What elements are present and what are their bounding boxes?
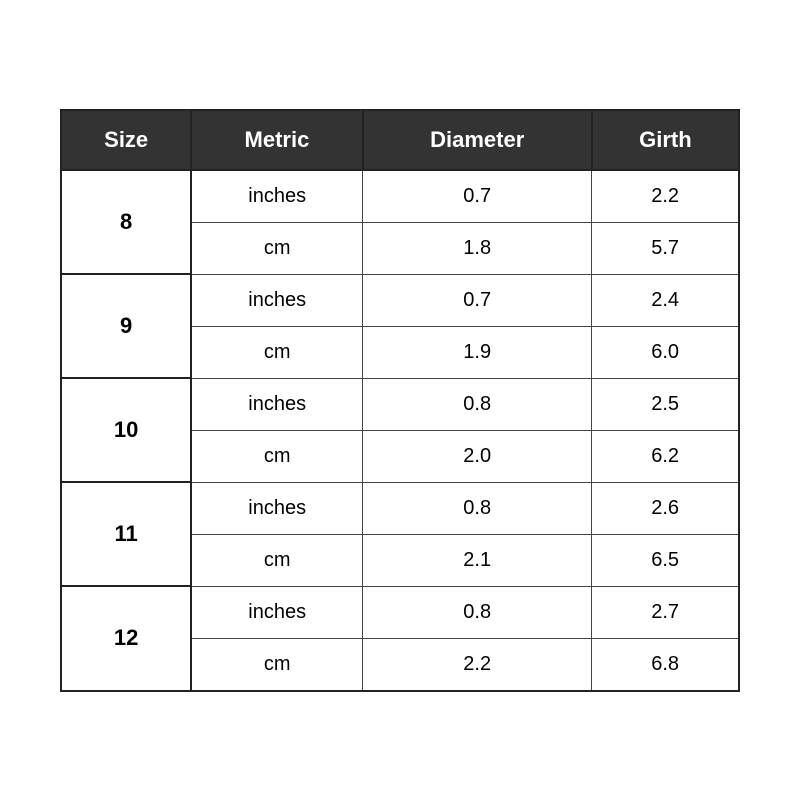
size-table: Size Metric Diameter Girth 8inches0.72.2… [60, 109, 740, 692]
metric-cell: inches [191, 274, 362, 326]
diameter-cell: 2.2 [363, 638, 592, 691]
table-row: 9inches0.72.4 [61, 274, 739, 326]
header-row: Size Metric Diameter Girth [61, 110, 739, 170]
diameter-cell: 0.8 [363, 482, 592, 534]
girth-cell: 2.6 [592, 482, 739, 534]
girth-cell: 2.4 [592, 274, 739, 326]
metric-cell: cm [191, 222, 362, 274]
metric-cell: inches [191, 170, 362, 223]
diameter-cell: 0.7 [363, 274, 592, 326]
header-metric: Metric [191, 110, 362, 170]
diameter-cell: 0.8 [363, 586, 592, 638]
girth-cell: 2.2 [592, 170, 739, 223]
metric-cell: cm [191, 430, 362, 482]
metric-cell: inches [191, 378, 362, 430]
size-cell-10: 10 [61, 378, 191, 482]
size-cell-8: 8 [61, 170, 191, 275]
table-row: 10inches0.82.5 [61, 378, 739, 430]
girth-cell: 5.7 [592, 222, 739, 274]
metric-cell: cm [191, 638, 362, 691]
metric-cell: inches [191, 586, 362, 638]
diameter-cell: 2.1 [363, 534, 592, 586]
table-container: Size Metric Diameter Girth 8inches0.72.2… [60, 109, 740, 692]
girth-cell: 2.7 [592, 586, 739, 638]
size-cell-11: 11 [61, 482, 191, 586]
table-row: 8inches0.72.2 [61, 170, 739, 223]
metric-cell: inches [191, 482, 362, 534]
girth-cell: 2.5 [592, 378, 739, 430]
header-girth: Girth [592, 110, 739, 170]
diameter-cell: 0.8 [363, 378, 592, 430]
metric-cell: cm [191, 534, 362, 586]
metric-cell: cm [191, 326, 362, 378]
size-cell-9: 9 [61, 274, 191, 378]
table-row: 12inches0.82.7 [61, 586, 739, 638]
girth-cell: 6.0 [592, 326, 739, 378]
girth-cell: 6.8 [592, 638, 739, 691]
diameter-cell: 1.9 [363, 326, 592, 378]
diameter-cell: 0.7 [363, 170, 592, 223]
size-cell-12: 12 [61, 586, 191, 691]
table-row: 11inches0.82.6 [61, 482, 739, 534]
diameter-cell: 1.8 [363, 222, 592, 274]
header-diameter: Diameter [363, 110, 592, 170]
girth-cell: 6.2 [592, 430, 739, 482]
girth-cell: 6.5 [592, 534, 739, 586]
diameter-cell: 2.0 [363, 430, 592, 482]
header-size: Size [61, 110, 191, 170]
